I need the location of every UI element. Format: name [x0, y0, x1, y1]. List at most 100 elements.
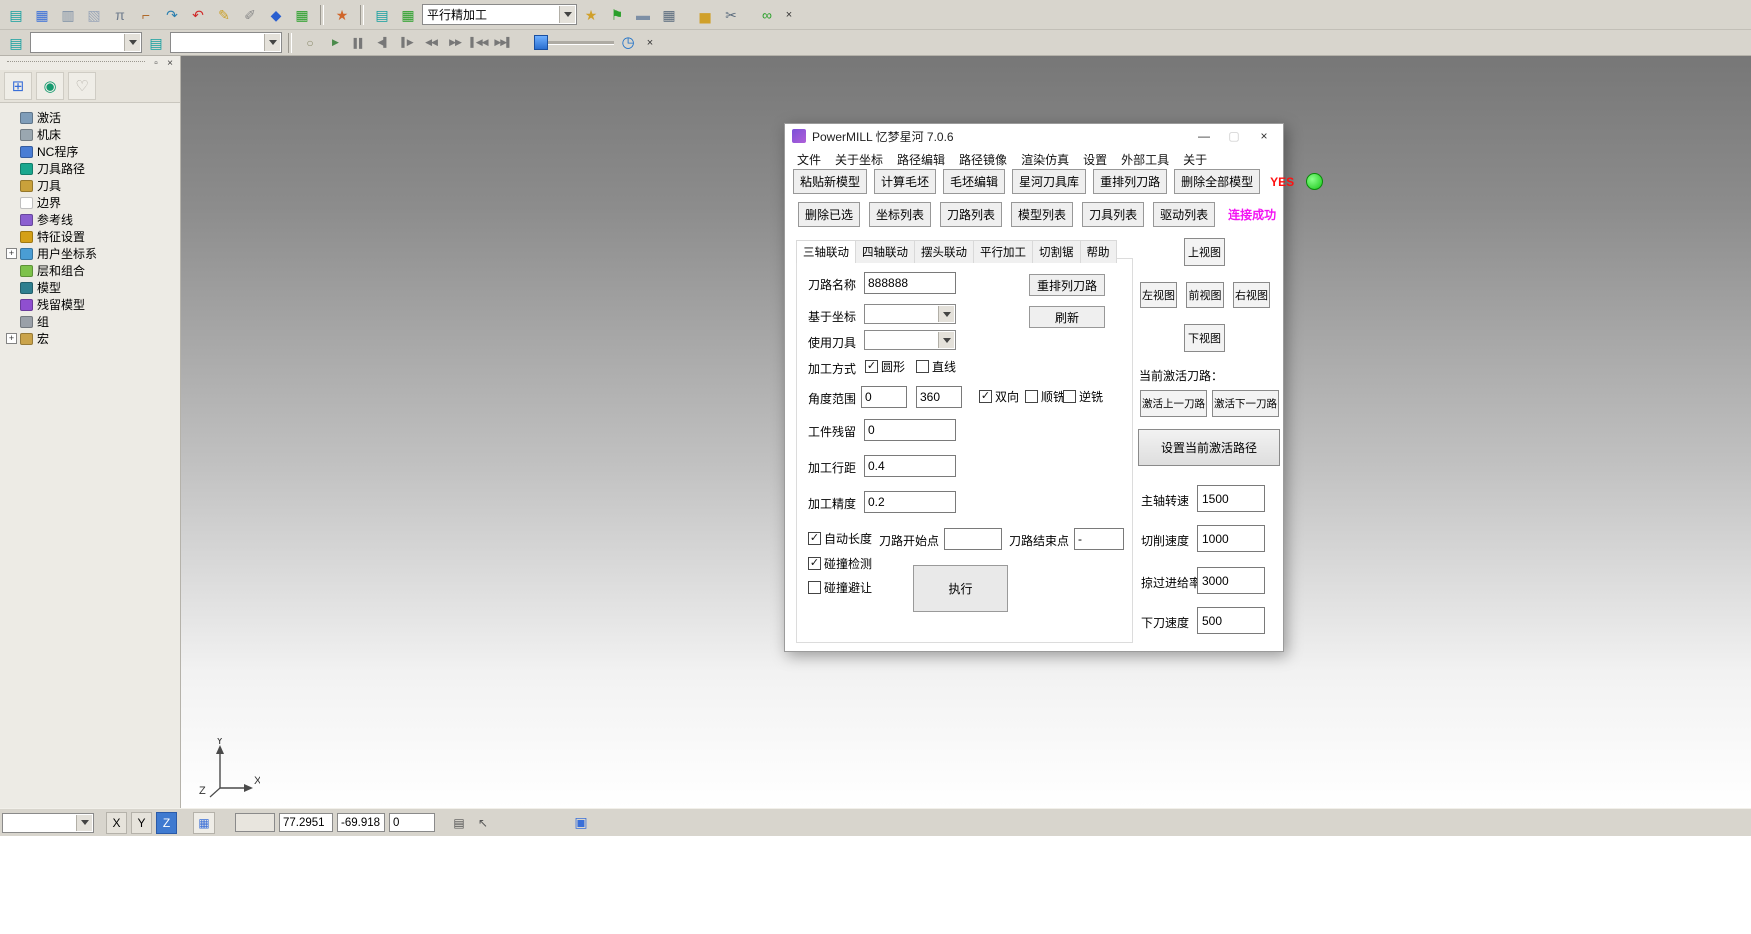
fast-forward-button[interactable]: ▶▶ [444, 33, 466, 53]
collision-avoid-checkbox[interactable]: 碰撞避让 [808, 579, 872, 596]
expander-icon[interactable] [6, 197, 17, 208]
delete-selected-button[interactable]: 删除已选 [798, 202, 860, 227]
expander-icon[interactable] [6, 180, 17, 191]
start-point-input[interactable] [944, 528, 1002, 550]
pause-button[interactable]: ▌▌ [348, 33, 370, 53]
stock-edit-button[interactable]: 毛坯编辑 [943, 169, 1005, 194]
clock-icon[interactable]: ◷ [616, 32, 640, 54]
layers2-icon[interactable]: ▤ [370, 4, 394, 26]
rearrange-button[interactable]: 重排列刀路 [1029, 274, 1105, 296]
cutting-feed-input[interactable] [1197, 525, 1265, 552]
angle-end-input[interactable] [916, 386, 962, 408]
circle-checkbox[interactable]: ✓ 圆形 [865, 358, 905, 375]
expander-icon[interactable] [6, 129, 17, 140]
menu-settings[interactable]: 设置 [1083, 151, 1107, 168]
model-list-button[interactable]: 模型列表 [1011, 202, 1073, 227]
drag-grip[interactable] [7, 61, 145, 65]
expander-icon[interactable] [6, 112, 17, 123]
pillar-icon[interactable]: π [108, 4, 132, 26]
expander-icon[interactable] [6, 316, 17, 327]
panel-close-button[interactable]: × [163, 57, 177, 69]
tool-combo[interactable] [170, 32, 282, 53]
checkbox-box[interactable] [808, 581, 821, 594]
ruler-icon[interactable]: ▬ [631, 4, 655, 26]
chart-icon[interactable]: ▅ [693, 4, 717, 26]
table-icon[interactable]: ▦ [396, 4, 420, 26]
checkbox-box[interactable]: ✓ [979, 390, 992, 403]
redo-icon[interactable]: ↷ [160, 4, 184, 26]
binoculars-icon[interactable]: ∞ [755, 4, 779, 26]
tree-item-toolpaths[interactable]: 刀具路径 [6, 160, 180, 177]
view-front-button[interactable]: 前视图 [1186, 282, 1224, 308]
simulation-speed-slider[interactable] [534, 35, 614, 50]
checkbox-box[interactable]: ✓ [865, 360, 878, 373]
angle-start-input[interactable] [861, 386, 907, 408]
toolbar-close-button[interactable]: × [781, 7, 797, 23]
toolpath-name-input[interactable] [864, 272, 956, 294]
undo-icon[interactable]: ↶ [186, 4, 210, 26]
checkbox-box[interactable] [1025, 390, 1038, 403]
pencil-edit-icon[interactable]: ✐ [238, 4, 262, 26]
tree-item-stock-models[interactable]: 残留模型 [6, 296, 180, 313]
chevron-down-icon[interactable] [264, 34, 280, 51]
tree-item-macros[interactable]: +宏 [6, 330, 180, 347]
tab-help[interactable]: 帮助 [1080, 240, 1117, 263]
view-bottom-button[interactable]: 下视图 [1184, 324, 1225, 352]
coord-select[interactable] [864, 304, 956, 324]
tool-select[interactable] [864, 330, 956, 350]
drive-list-button[interactable]: 驱动列表 [1153, 202, 1215, 227]
heart-icon[interactable]: ♡ [68, 72, 96, 100]
curve-icon[interactable]: ⌐ [134, 4, 158, 26]
climb-checkbox[interactable]: 顺铣 [1025, 388, 1065, 405]
expander-icon[interactable] [6, 299, 17, 310]
go-end-button[interactable]: ▶▶▌ [492, 33, 514, 53]
panes-icon[interactable]: ▣ [571, 813, 591, 833]
rewind-button[interactable]: ◀◀ [420, 33, 442, 53]
plunge-feed-input[interactable] [1197, 607, 1265, 634]
line-checkbox[interactable]: 直线 [916, 358, 956, 375]
slider-handle[interactable] [534, 35, 548, 50]
bidirectional-checkbox[interactable]: ✓ 双向 [979, 388, 1019, 405]
globe-icon[interactable]: ◉ [36, 72, 64, 100]
expander-icon[interactable] [6, 231, 17, 242]
end-point-input[interactable] [1074, 528, 1124, 550]
tree-item-patterns[interactable]: 参考线 [6, 211, 180, 228]
view-right-button[interactable]: 右视图 [1233, 282, 1270, 308]
play-button[interactable]: ▶ [324, 33, 346, 53]
tree-item-machine[interactable]: 机床 [6, 126, 180, 143]
expander-icon[interactable] [6, 163, 17, 174]
axis-z-button[interactable]: Z [156, 812, 177, 834]
set-active-path-button[interactable]: 设置当前激活路径 [1138, 429, 1280, 466]
close-button[interactable]: × [1249, 124, 1279, 148]
delete-all-models-button[interactable]: 删除全部模型 [1174, 169, 1260, 194]
strategy-combo[interactable]: 平行精加工 [422, 4, 577, 25]
scissors-icon[interactable]: ✂ [719, 4, 743, 26]
transform-icon[interactable]: ◆ [264, 4, 288, 26]
tree-item-levels-and-sets[interactable]: 层和组合 [6, 262, 180, 279]
tree-icon[interactable]: ⊞ [4, 72, 32, 100]
block-icon[interactable]: ▧ [82, 4, 106, 26]
rearrange-toolpaths-button[interactable]: 重排列刀路 [1093, 169, 1167, 194]
menu-external-tools[interactable]: 外部工具 [1121, 151, 1169, 168]
conventional-checkbox[interactable]: 逆铣 [1063, 388, 1103, 405]
go-start-button[interactable]: ▌◀◀ [468, 33, 490, 53]
menu-about[interactable]: 关于 [1183, 151, 1207, 168]
checkbox-box[interactable]: ✓ [808, 557, 821, 570]
statusbar-combo[interactable] [2, 813, 94, 833]
chevron-down-icon[interactable] [938, 306, 954, 322]
calculator-icon[interactable]: ▦ [657, 4, 681, 26]
expander-icon[interactable] [6, 146, 17, 157]
chevron-down-icon[interactable] [124, 34, 140, 51]
skim-feed-input[interactable] [1197, 567, 1265, 594]
grid-toggle-icon[interactable]: ▦ [193, 812, 215, 834]
expander-icon[interactable]: + [6, 333, 17, 344]
menu-file[interactable]: 文件 [797, 151, 821, 168]
tab-parallel[interactable]: 平行加工 [973, 240, 1033, 263]
layers-icon[interactable]: ▤ [4, 32, 28, 54]
checkbox-box[interactable] [916, 360, 929, 373]
save-icon[interactable]: ▦ [30, 4, 54, 26]
menu-path-edit[interactable]: 路径编辑 [897, 151, 945, 168]
chevron-down-icon[interactable] [938, 332, 954, 348]
paste-new-model-button[interactable]: 粘贴新模型 [793, 169, 867, 194]
tool-list-icon[interactable]: ▤ [144, 32, 168, 54]
